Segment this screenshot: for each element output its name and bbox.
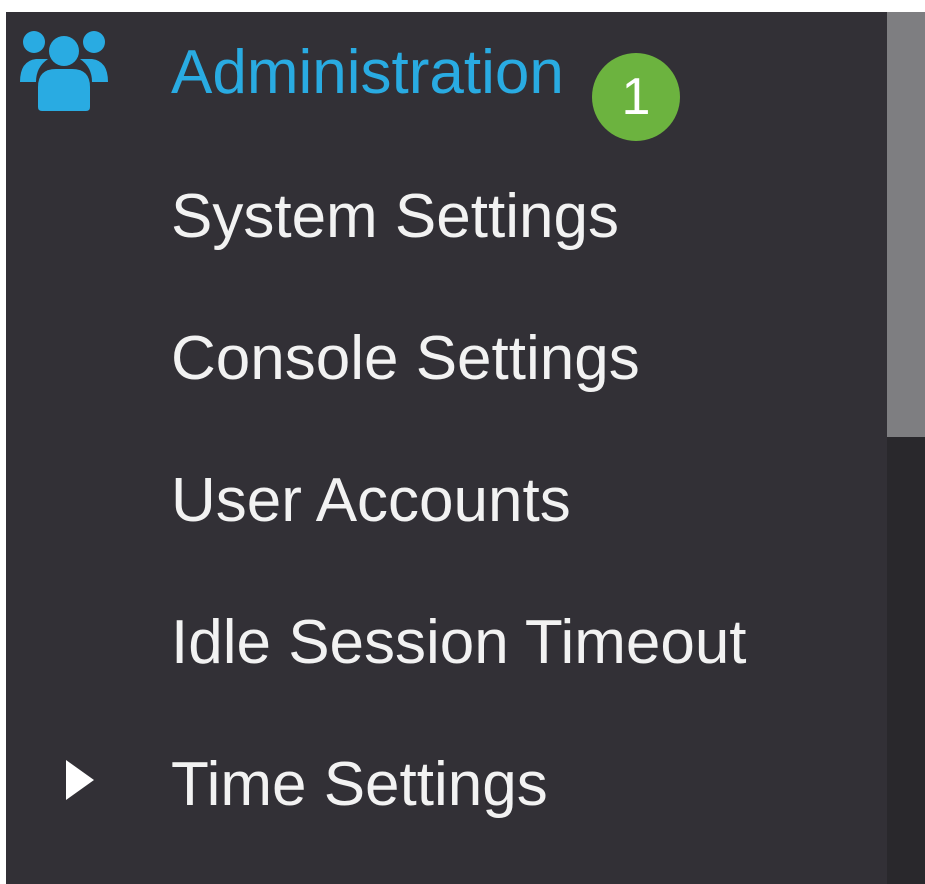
sidebar-item-time-settings[interactable]: Time Settings <box>6 730 886 850</box>
sidebar-item-idle-session-timeout[interactable]: Idle Session Timeout <box>6 588 886 708</box>
users-icon <box>20 31 108 111</box>
sidebar-item-label: Time Settings <box>171 750 548 819</box>
caret-right-icon[interactable] <box>61 755 101 805</box>
sidebar-item-label: System Settings <box>171 182 619 251</box>
sidebar-item-user-accounts[interactable]: User Accounts <box>6 446 886 566</box>
sidebar-item-administration[interactable]: Administration 1 <box>6 12 886 141</box>
sidebar-item-label: User Accounts <box>171 466 571 535</box>
sidebar-header-label: Administration <box>171 38 564 107</box>
scrollbar-thumb[interactable] <box>887 12 925 437</box>
sidebar-item-label: Idle Session Timeout <box>171 608 747 677</box>
sidebar-item-label: Console Settings <box>171 324 640 393</box>
sidebar-item-console-settings[interactable]: Console Settings <box>6 304 886 424</box>
scrollbar-track[interactable] <box>887 12 925 884</box>
step-badge: 1 <box>592 53 680 141</box>
sidebar-menu: Administration 1 System Settings Console… <box>6 12 925 884</box>
sidebar-item-system-settings[interactable]: System Settings <box>6 162 886 282</box>
